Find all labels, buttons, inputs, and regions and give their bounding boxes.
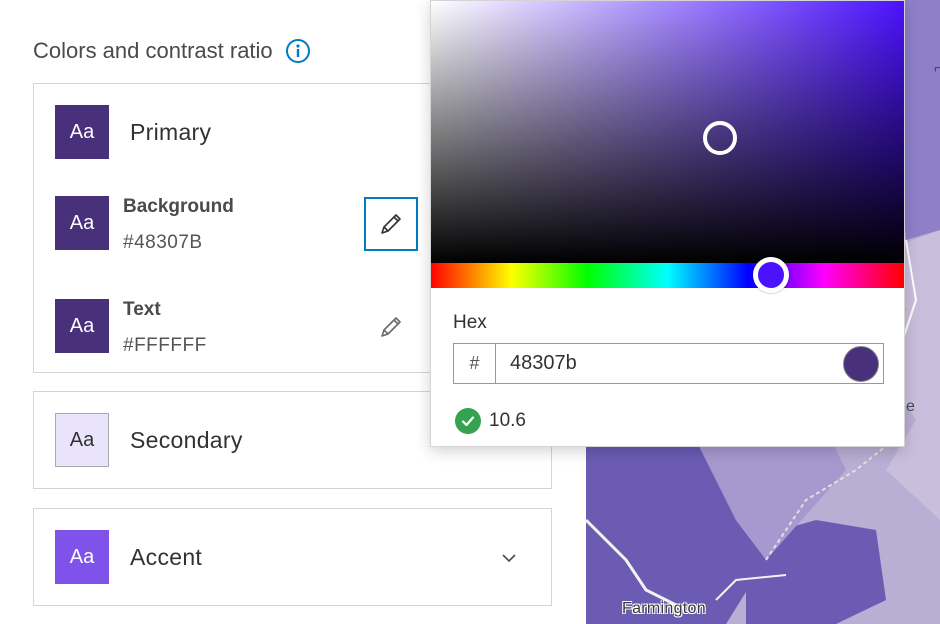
- color-picker-popover: Hex # 10.6: [430, 0, 905, 447]
- primary-color-group: Aa Primary Aa Background #48307B Aa Text…: [33, 83, 433, 373]
- accent-group-name: Accent: [130, 544, 203, 570]
- primary-group-name[interactable]: Primary: [130, 119, 211, 146]
- check-circle-icon: [455, 408, 481, 434]
- edit-background-button[interactable]: [364, 197, 418, 251]
- swatch-text: Aa: [69, 314, 95, 337]
- text-swatch: Aa: [55, 299, 109, 353]
- text-hex: #FFFFFF: [123, 335, 207, 356]
- text-label: Text: [123, 299, 161, 320]
- swatch-text: Aa: [69, 545, 95, 568]
- pencil-icon: [381, 214, 401, 234]
- chevron-down-icon[interactable]: [500, 549, 518, 567]
- map-place-label: Farmington: [622, 600, 706, 617]
- map-edge-text: ⌐: [934, 60, 940, 77]
- accent-swatch: Aa: [55, 530, 109, 584]
- contrast-value: 10.6: [489, 410, 526, 431]
- background-swatch: Aa: [55, 196, 109, 250]
- swatch-text: Aa: [69, 211, 95, 234]
- swatch-text: Aa: [69, 428, 95, 451]
- hue-slider-thumb[interactable]: [753, 257, 789, 293]
- hex-label: Hex: [453, 312, 487, 333]
- primary-swatch: Aa: [55, 105, 109, 159]
- saturation-thumb[interactable]: [703, 121, 737, 155]
- hex-input-field[interactable]: #: [453, 343, 884, 384]
- hex-input[interactable]: [496, 344, 843, 383]
- hue-slider[interactable]: [431, 263, 904, 288]
- secondary-group-name: Secondary: [130, 427, 243, 453]
- saturation-value-area[interactable]: [431, 1, 904, 263]
- background-label: Background: [123, 196, 234, 217]
- accent-color-group[interactable]: Aa Accent: [33, 508, 552, 606]
- hex-preview-swatch: [843, 346, 879, 382]
- swatch-text: Aa: [69, 120, 95, 143]
- pencil-icon: [381, 317, 401, 337]
- map-edge-text: e: [906, 398, 915, 415]
- background-hex: #48307B: [123, 232, 203, 253]
- info-icon[interactable]: [285, 38, 311, 64]
- secondary-swatch: Aa: [55, 413, 109, 467]
- contrast-ratio: 10.6: [455, 408, 526, 434]
- panel-title-text: Colors and contrast ratio: [33, 38, 273, 63]
- edit-text-button[interactable]: [364, 300, 418, 354]
- hex-prefix: #: [454, 344, 496, 383]
- panel-title: Colors and contrast ratio: [33, 38, 311, 64]
